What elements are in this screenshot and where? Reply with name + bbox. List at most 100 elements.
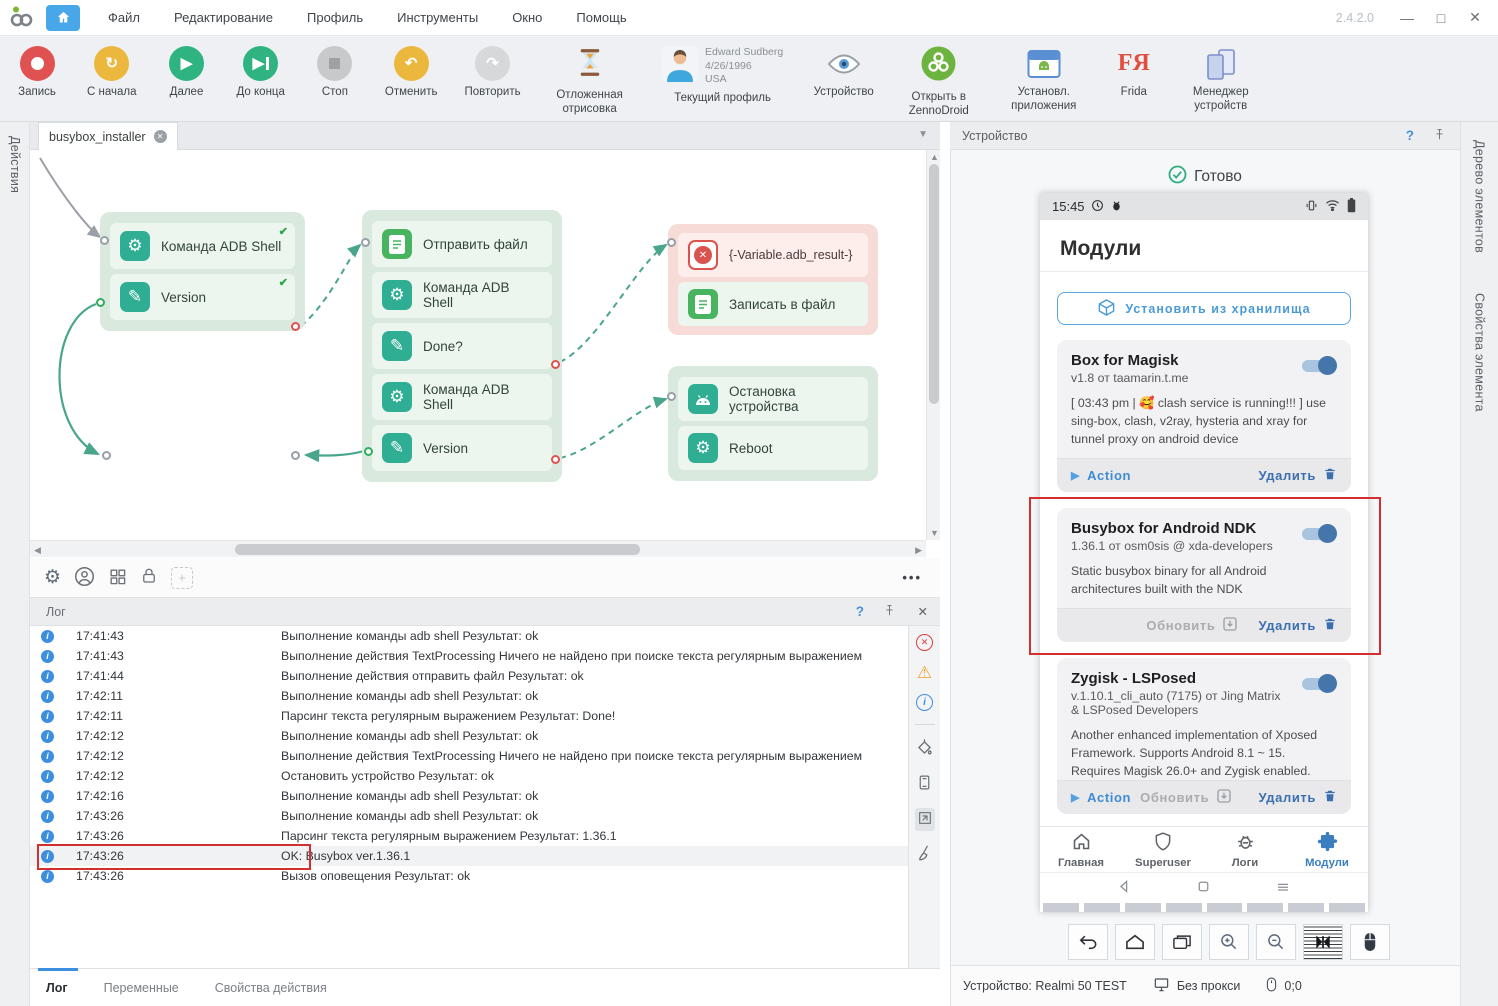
frida-button[interactable]: FЯ Frida <box>1111 46 1157 100</box>
device-help-icon[interactable]: ? <box>1406 128 1414 143</box>
trash-icon[interactable] <box>1323 788 1337 807</box>
device-manager-button[interactable]: Менеджер устройств <box>1184 46 1258 114</box>
group-install[interactable]: Отправить файл ⚙Команда ADB Shell ✎Done?… <box>362 210 562 482</box>
node-adb-shell-3[interactable]: ⚙Команда ADB Shell <box>372 374 552 420</box>
group-stop-device[interactable]: Остановка устройства ⚙Reboot <box>668 366 878 481</box>
node-version-2[interactable]: ✎Version <box>372 425 552 471</box>
log-close-icon[interactable]: ✕ <box>918 604 928 619</box>
log-row[interactable]: i17:42:11Парсинг текста регулярным выраж… <box>30 706 908 726</box>
current-profile-button[interactable]: Edward Sudberg 4/26/1996 USA Текущий про… <box>659 46 787 106</box>
log-row[interactable]: i17:43:26Выполнение команды adb shell Ре… <box>30 806 908 826</box>
node-adb-shell-2[interactable]: ⚙Команда ADB Shell <box>372 272 552 318</box>
android-back-icon[interactable] <box>1116 878 1133 898</box>
log-row[interactable]: i17:42:12Выполнение команды adb shell Ре… <box>30 726 908 746</box>
play-next-button[interactable]: ▶Далее <box>164 46 210 100</box>
module-action-button[interactable]: Action <box>1087 790 1131 805</box>
log-row[interactable]: i17:41:43Выполнение действия TextProcess… <box>30 646 908 666</box>
module-card-box-for-magisk[interactable]: Box for Magisk v1.8 от taamarin.t.me [ 0… <box>1057 340 1351 492</box>
menu-tools[interactable]: Инструменты <box>397 10 478 25</box>
errors-filter-icon[interactable]: ✕ <box>916 634 933 651</box>
stop-button[interactable]: Стоп <box>312 46 358 100</box>
fill-icon[interactable] <box>915 738 934 760</box>
scroll-down-icon[interactable]: ▼ <box>930 528 939 538</box>
scroll-up-icon[interactable]: ▲ <box>930 152 939 162</box>
record-button[interactable]: Запись <box>14 46 60 100</box>
module-update-button[interactable]: Обновить <box>1140 790 1209 805</box>
module-toggle[interactable] <box>1299 674 1337 693</box>
open-zennodroid-button[interactable]: Открыть в ZennoDroid <box>901 46 977 118</box>
scroll-left-icon[interactable]: ◀ <box>34 545 41 556</box>
device-log-icon[interactable] <box>916 773 933 795</box>
tab-variables[interactable]: Переменные <box>104 981 179 995</box>
more-options-icon[interactable]: ••• <box>902 570 922 585</box>
nav-superuser[interactable]: Superuser <box>1122 827 1204 872</box>
restart-button[interactable]: ↻С начала <box>87 46 137 100</box>
redo-button[interactable]: ↷Повторить <box>464 46 520 100</box>
menu-file[interactable]: Файл <box>108 10 140 25</box>
port[interactable] <box>551 360 560 369</box>
menu-edit[interactable]: Редактирование <box>174 10 273 25</box>
module-action-button[interactable]: Action <box>1087 468 1131 483</box>
log-row[interactable]: i17:42:12Остановить устройство Результат… <box>30 766 908 786</box>
module-delete-button[interactable]: Удалить <box>1258 790 1316 805</box>
device-pin-icon[interactable] <box>1433 128 1446 144</box>
mouse-mode-button[interactable] <box>1350 924 1390 960</box>
port[interactable] <box>667 238 676 247</box>
vscroll-thumb[interactable] <box>929 164 939 404</box>
clear-log-icon[interactable] <box>916 844 934 865</box>
warnings-filter-icon[interactable]: ⚠ <box>917 664 932 681</box>
close-button[interactable]: ✕ <box>1458 9 1492 26</box>
device-back-button[interactable] <box>1068 924 1108 960</box>
grid-icon[interactable] <box>108 567 127 589</box>
node-stop-device[interactable]: Остановка устройства <box>678 377 868 421</box>
profile-person-icon[interactable] <box>74 566 95 590</box>
group-error-output[interactable]: ✕ {-Variable.adb_result-} Записать в фай… <box>668 224 878 335</box>
log-row[interactable]: i17:42:16Выполнение команды adb shell Ре… <box>30 786 908 806</box>
undo-button[interactable]: ↶Отменить <box>385 46 438 100</box>
installed-apps-button[interactable]: Установл. приложения <box>1004 46 1084 114</box>
dock-tab-element-properties[interactable]: Свойства элемента <box>1473 293 1487 412</box>
port[interactable] <box>96 298 105 307</box>
install-from-storage-button[interactable]: Установить из хранилища <box>1057 292 1351 325</box>
node-send-file[interactable]: Отправить файл <box>372 221 552 267</box>
log-row[interactable]: i17:41:43Выполнение команды adb shell Ре… <box>30 626 908 646</box>
device-home-button[interactable] <box>1115 924 1155 960</box>
zoom-out-button[interactable] <box>1256 924 1296 960</box>
tab-list-dropdown-icon[interactable]: ▼ <box>918 129 928 140</box>
port[interactable] <box>100 236 109 245</box>
nav-home[interactable]: Главная <box>1040 827 1122 872</box>
maximize-button[interactable]: □ <box>1424 10 1458 26</box>
tab-log[interactable]: Лог <box>46 981 68 995</box>
tab-close-icon[interactable]: ✕ <box>154 130 167 143</box>
android-home-icon[interactable] <box>1195 878 1212 898</box>
module-toggle[interactable] <box>1299 356 1337 375</box>
lock-icon[interactable] <box>140 566 158 589</box>
node-reboot[interactable]: ⚙Reboot <box>678 426 868 470</box>
node-write-to-file[interactable]: Записать в файл <box>678 282 868 326</box>
node-version-1[interactable]: ✎ Version✔ <box>110 274 295 320</box>
log-row[interactable]: i17:42:11Выполнение команды adb shell Ре… <box>30 686 908 706</box>
menu-profile[interactable]: Профиль <box>307 10 363 25</box>
device-recents-button[interactable] <box>1162 924 1202 960</box>
flow-canvas[interactable]: ⚙ Команда ADB Shell✔ ✎ Version✔ Отправит… <box>30 150 926 540</box>
port[interactable] <box>361 238 370 247</box>
node-adb-shell-1[interactable]: ⚙ Команда ADB Shell✔ <box>110 223 295 269</box>
log-row[interactable]: i17:43:26Парсинг текста регулярным выраж… <box>30 826 908 846</box>
group-adb-version[interactable]: ⚙ Команда ADB Shell✔ ✎ Version✔ <box>100 212 305 331</box>
android-recents-icon[interactable] <box>1274 878 1292 898</box>
log-row[interactable]: i17:42:12Выполнение действия TextProcess… <box>30 746 908 766</box>
info-filter-icon[interactable]: i <box>916 694 933 711</box>
expand-log-icon[interactable] <box>915 808 935 831</box>
canvas-hscrollbar[interactable]: ◀ ▶ <box>30 540 926 557</box>
minimize-button[interactable]: — <box>1390 10 1424 26</box>
device-view-button[interactable]: Устройство <box>814 46 874 100</box>
port[interactable] <box>102 451 111 460</box>
canvas-vscrollbar[interactable]: ▲ ▼ <box>926 150 940 540</box>
settings-gear-icon[interactable]: ⚙ <box>44 566 61 589</box>
port[interactable] <box>364 447 373 456</box>
screen-quality-button[interactable] <box>1303 924 1343 960</box>
scroll-right-icon[interactable]: ▶ <box>915 545 922 556</box>
home-button[interactable] <box>46 5 80 31</box>
node-adb-result[interactable]: ✕ {-Variable.adb_result-} <box>678 233 868 277</box>
play-to-end-button[interactable]: ▶До конца <box>237 46 285 100</box>
